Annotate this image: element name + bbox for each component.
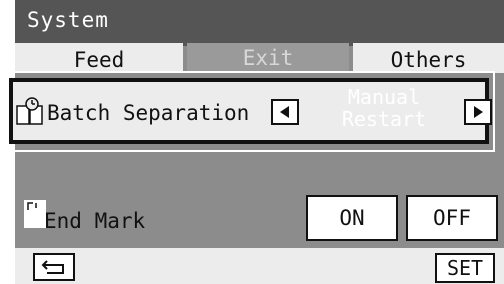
end-mark-label: End Mark: [44, 209, 146, 233]
mode-next-button[interactable]: [464, 99, 492, 125]
batch-separation-highlight: Batch Separation Manual Restart: [9, 78, 492, 144]
mode-value-line2: Restart: [341, 107, 427, 131]
left-arrow-icon: [280, 106, 289, 118]
end-mark-on-button[interactable]: ON: [306, 195, 398, 241]
schedule-icon: [16, 97, 43, 125]
end-mark-off-button[interactable]: OFF: [406, 195, 498, 241]
tab-exit[interactable]: Exit: [187, 43, 349, 73]
bottom-bar: SET: [15, 248, 504, 284]
right-arrow-icon: [474, 106, 483, 118]
batch-separation-label: Batch Separation: [47, 101, 250, 125]
tab-others[interactable]: Others: [353, 43, 504, 73]
tab-feed[interactable]: Feed: [15, 43, 183, 73]
mode-prev-button[interactable]: [271, 99, 299, 125]
mode-value-line1: Manual: [347, 85, 421, 109]
set-button[interactable]: SET: [435, 253, 495, 283]
return-icon: [41, 260, 64, 274]
title-bar: System: [15, 0, 504, 46]
screen-title: System: [27, 8, 109, 32]
batch-separation-row: Batch Separation Manual Restart: [0, 71, 495, 152]
back-button[interactable]: [33, 253, 75, 281]
end-mark-icon: [24, 200, 46, 228]
mode-value: Manual Restart: [309, 86, 459, 130]
